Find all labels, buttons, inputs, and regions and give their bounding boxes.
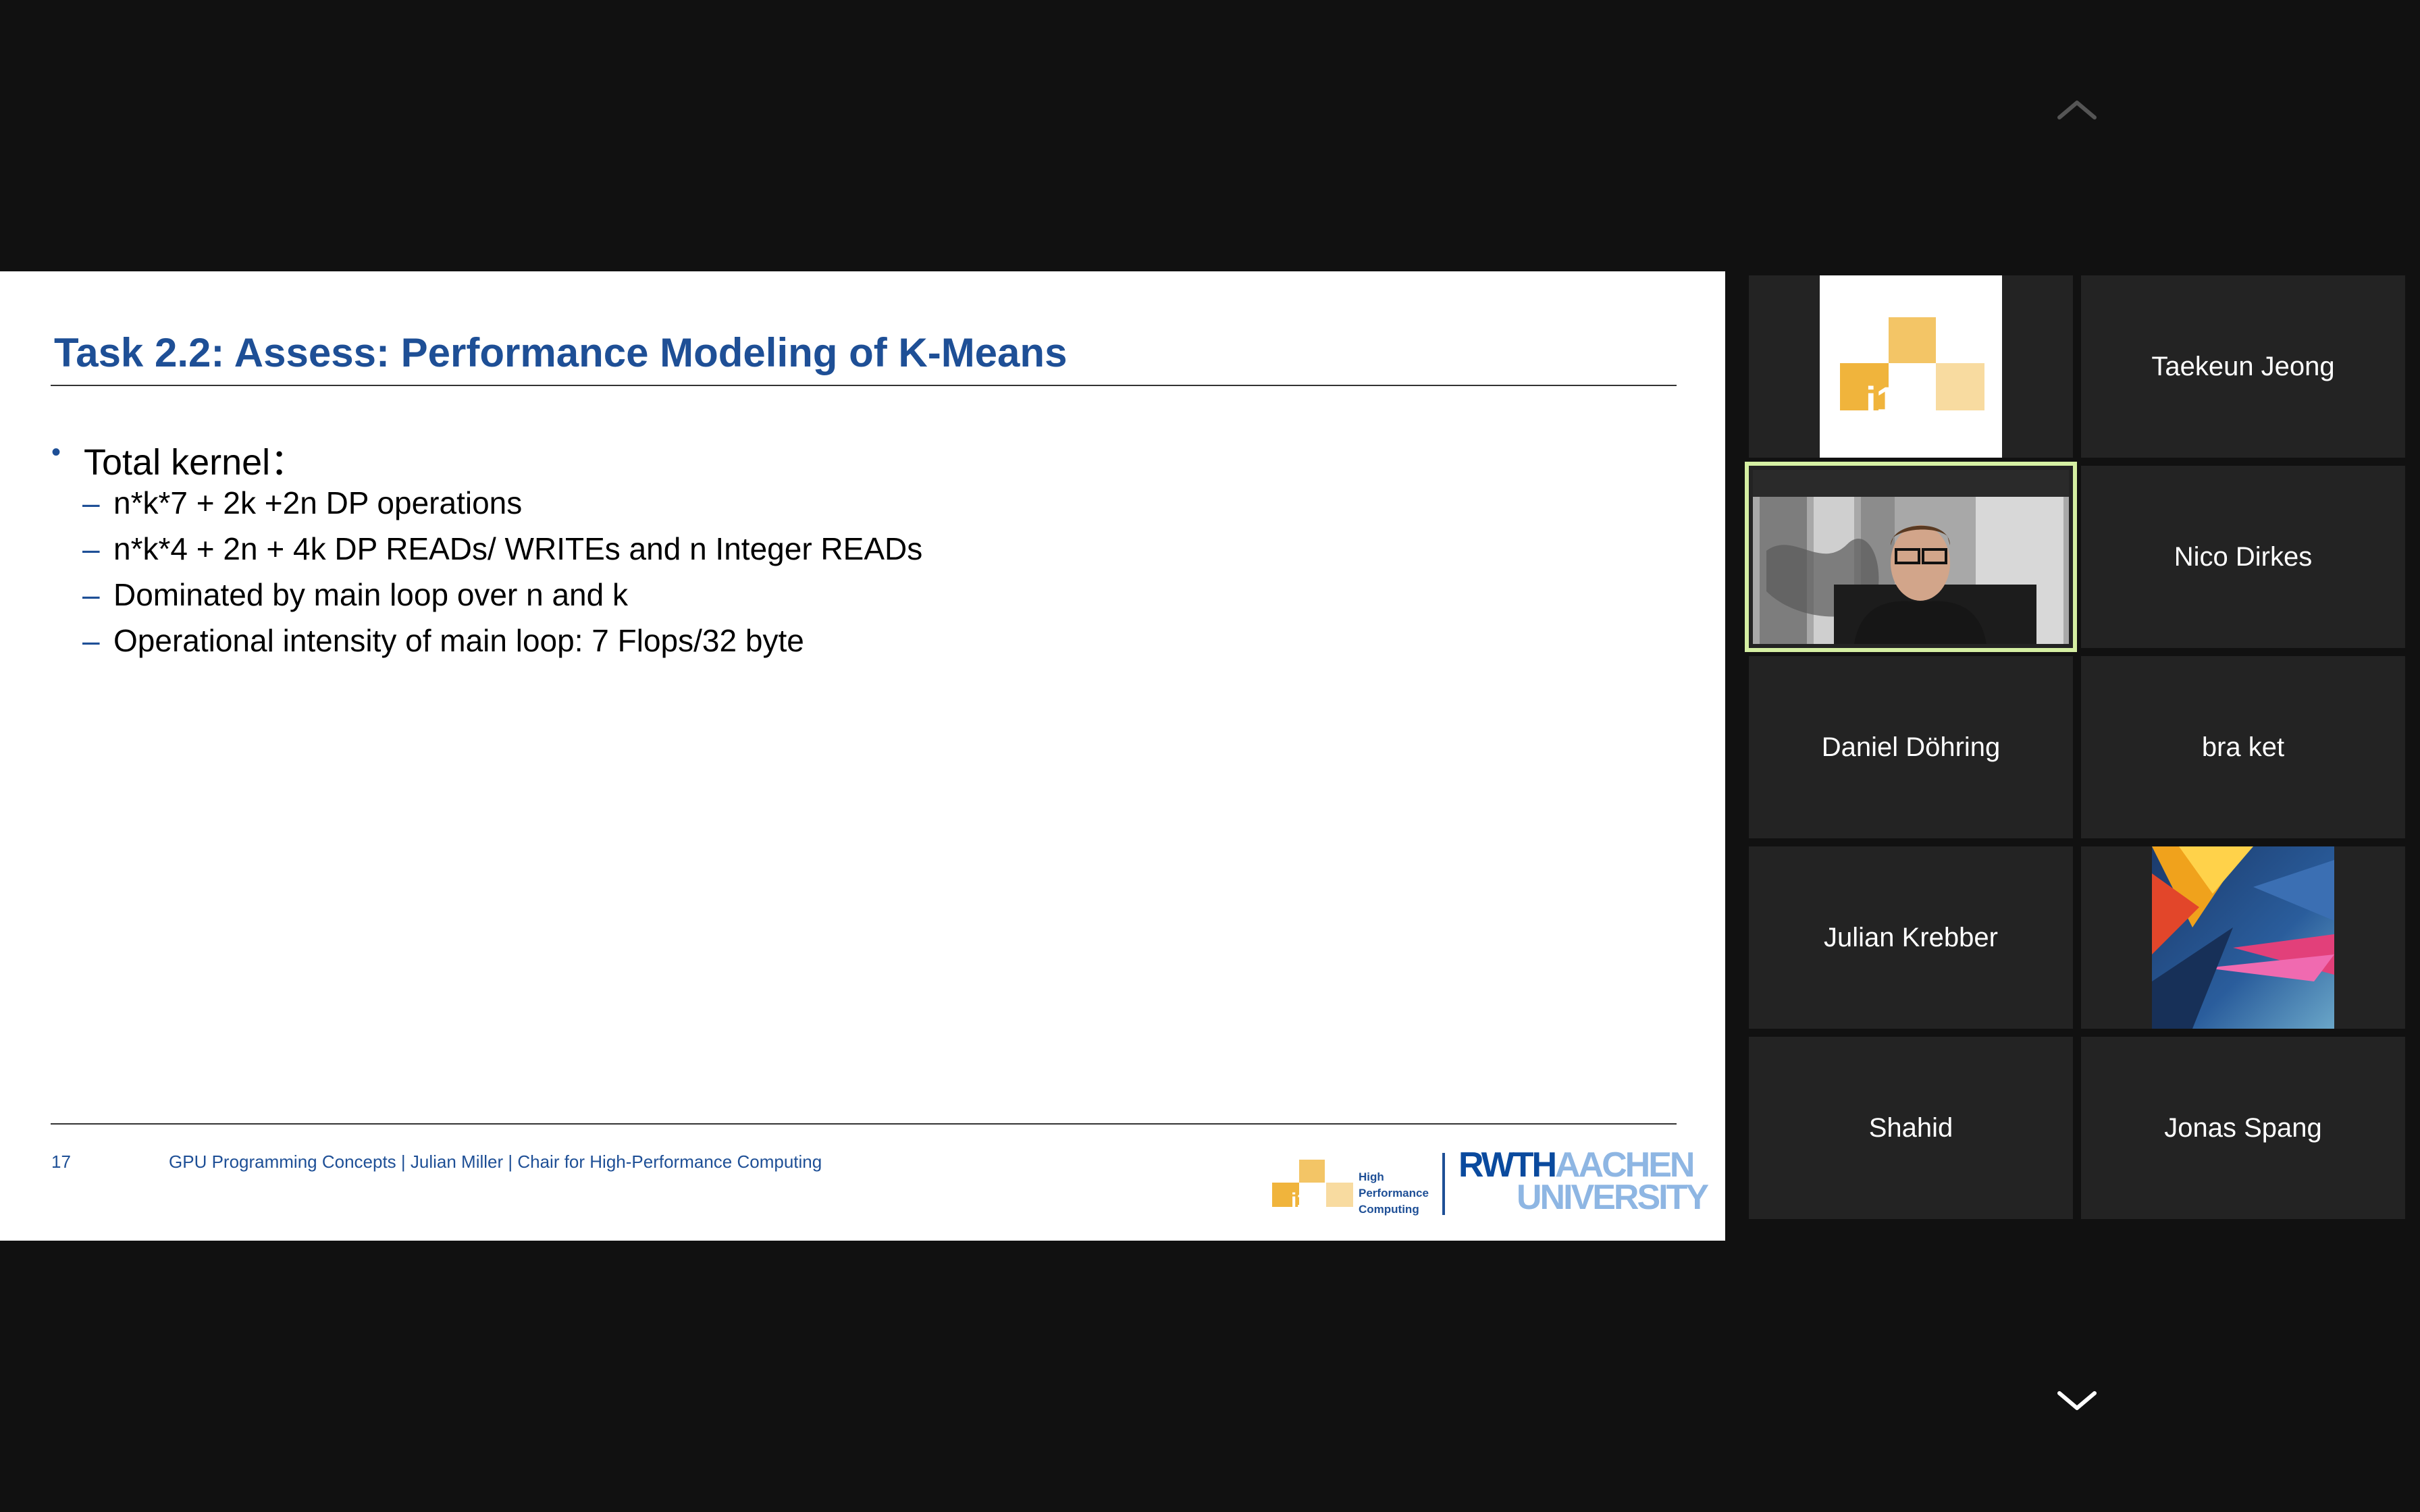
- participant-name: Jonas Spang: [2164, 1112, 2322, 1143]
- participant-name: Julian Krebber: [1824, 922, 1998, 952]
- bullet-dot: •: [51, 437, 61, 467]
- hpc-logo-text: High Performance Computing: [1359, 1170, 1429, 1216]
- participant-tile[interactable]: i12: [1749, 275, 2073, 458]
- speaker-video: [1753, 470, 2069, 644]
- participant-tile[interactable]: bra ket: [2081, 656, 2405, 838]
- participant-tile[interactable]: Nico Dirkes: [2081, 466, 2405, 648]
- chevron-up-icon[interactable]: [2057, 97, 2097, 122]
- participant-name: Taekeun Jeong: [2151, 351, 2335, 381]
- active-speaker-tile[interactable]: [1745, 462, 2077, 652]
- participant-tile[interactable]: Jonas Spang: [2081, 1037, 2405, 1219]
- participant-name: Daniel Döhring: [1821, 732, 2001, 762]
- participant-tile[interactable]: Daniel Döhring: [1749, 656, 2073, 838]
- footer-divider: [51, 1123, 1677, 1125]
- slide-footer-text: GPU Programming Concepts | Julian Miller…: [169, 1152, 822, 1172]
- svg-text:i12: i12: [1866, 379, 1918, 421]
- svg-text:i12: i12: [1291, 1189, 1319, 1212]
- chevron-down-icon[interactable]: [2057, 1389, 2097, 1413]
- slide-number: 17: [51, 1152, 71, 1172]
- slide-title: Task 2.2: Assess: Performance Modeling o…: [54, 330, 1068, 375]
- participant-name: Nico Dirkes: [2174, 541, 2313, 572]
- rwth-logo: RWTHAACHEN UNIVERSITY: [1458, 1145, 1709, 1217]
- abstract-art-avatar: [2152, 846, 2334, 1029]
- shared-slide: Task 2.2: Assess: Performance Modeling o…: [0, 271, 1725, 1241]
- logo-separator: [1442, 1153, 1445, 1215]
- participant-tile[interactable]: Julian Krebber: [1749, 846, 2073, 1029]
- title-divider: [51, 385, 1677, 386]
- participant-name: bra ket: [2201, 732, 2285, 762]
- i12-logo-avatar: i12: [1820, 275, 2002, 458]
- participant-name: Shahid: [1868, 1112, 1953, 1143]
- participant-tile[interactable]: Shahid: [1749, 1037, 2073, 1219]
- participant-tile[interactable]: Taekeun Jeong: [2081, 275, 2405, 458]
- participant-tile[interactable]: [2081, 846, 2405, 1029]
